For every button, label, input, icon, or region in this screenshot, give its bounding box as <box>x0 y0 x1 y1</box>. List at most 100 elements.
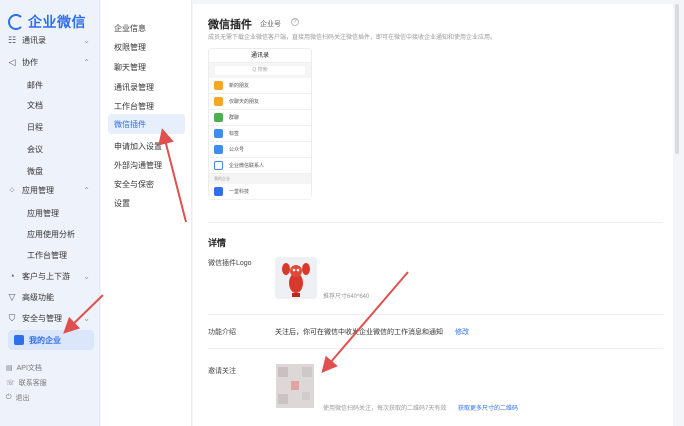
get-more-qr-link[interactable]: 获取更多尺寸的二维码 <box>458 403 518 412</box>
chevron-down-icon: ⌄ <box>83 35 90 45</box>
app-logo[interactable]: 企业微信 <box>8 12 86 32</box>
logo-label: 微信插件Logo <box>208 260 252 267</box>
blurred-qr-icon <box>276 364 314 408</box>
footer-label: API文档 <box>16 365 42 372</box>
sidebar-subitem-mail[interactable]: 邮件 <box>27 80 43 91</box>
scrollbar[interactable] <box>675 4 679 154</box>
sidebar-item-label: 协作 <box>22 57 38 67</box>
sidebar-item-apps[interactable]: ⁘ 应用管理 ⌃ <box>0 180 100 200</box>
sidebar-item-customers[interactable]: ◔ 客户与上下游 ⌄ <box>0 266 100 286</box>
sidebar-subitem-app-analytics[interactable]: 应用使用分析 <box>27 229 75 240</box>
sidebar-subitem-app-manage[interactable]: 应用管理 <box>27 208 59 219</box>
preview-row-label: 新的朋友 <box>229 83 250 89</box>
footer-label: 退出 <box>15 395 30 402</box>
new-friends-icon <box>214 81 223 90</box>
sidebar-subitem-calendar[interactable]: 日程 <box>27 122 43 133</box>
lobster-logo-icon <box>275 257 317 299</box>
sidebar-item-label: 通讯录 <box>22 35 46 45</box>
intro-label: 功能介绍 <box>208 329 236 336</box>
nav-item-wechat-plugin[interactable]: 微信插件 <box>108 114 185 134</box>
preview-row-label: 公众号 <box>229 147 245 153</box>
sidebar-subitem-drive[interactable]: 微盘 <box>27 166 43 177</box>
edit-intro-link[interactable]: 修改 <box>455 327 469 337</box>
chevron-up-icon: ⌃ <box>83 57 90 67</box>
sidebar-item-label: 高级功能 <box>22 292 54 302</box>
preview-row: 仅聊天的朋友 <box>209 94 311 110</box>
preview-header: 通讯录 <box>209 49 311 63</box>
sidebar-item-label: 应用管理 <box>22 185 54 195</box>
nav-item-company-info[interactable]: 企业信息 <box>114 23 146 34</box>
chat-friends-icon <box>214 97 223 106</box>
nav-item-join-settings[interactable]: 申请加入设置 <box>114 141 162 152</box>
enterprise-tag: 企业号 <box>260 21 281 28</box>
power-icon: ⏻ <box>6 394 12 401</box>
chevron-down-icon: ⌄ <box>83 313 90 323</box>
sidebar-subitem-meeting[interactable]: 会议 <box>27 144 43 155</box>
chevron-up-icon: ⌃ <box>83 185 90 195</box>
nav-item-chat-manage[interactable]: 聊天管理 <box>114 62 146 73</box>
document-icon: ▤ <box>6 365 13 372</box>
logo-size-hint: 推荐尺寸640*640 <box>323 294 370 300</box>
main-panel: 微信插件 企业号 ? 成员无需下载企业微信客户端，直接用微信扫码关注微信插件，即… <box>193 4 673 426</box>
sidebar: 企业微信 ☷ 通讯录 ⌄ ◁ 协作 ⌃ 邮件 文档 日程 会议 微盘 ⁘ 应用管… <box>0 0 100 426</box>
sidebar-item-label: 我的企业 <box>29 335 61 345</box>
preview-row: 企业微信联系人 <box>209 158 311 174</box>
page-description: 成员无需下载企业微信客户端，直接用微信扫码关注微信插件，即可在微信中接收企业通知… <box>208 35 497 41</box>
intro-text: 关注后，你可在微信中收发企业微信的工作消息和通知 <box>275 329 443 336</box>
contacts-icon: ☷ <box>7 34 17 45</box>
sidebar-item-collab[interactable]: ◁ 协作 ⌃ <box>0 52 100 72</box>
help-icon[interactable]: ? <box>291 18 299 26</box>
nav-item-security[interactable]: 安全与保密 <box>114 179 154 190</box>
company-icon <box>14 335 24 345</box>
preview-row-label: 仅聊天的朋友 <box>229 99 260 105</box>
preview-row-label: 群聊 <box>229 115 240 121</box>
sidebar-footer-api[interactable]: ▤ API文档 <box>6 363 42 373</box>
divider <box>208 222 663 223</box>
sidebar-item-label: 客户与上下游 <box>22 271 70 281</box>
nav-item-settings[interactable]: 设置 <box>114 198 130 209</box>
preview-search: Q 搜索 <box>215 66 305 75</box>
preview-row: 一堂科技 <box>209 184 311 200</box>
sidebar-subitem-workbench[interactable]: 工作台管理 <box>27 250 67 261</box>
preview-row-label: 标签 <box>229 131 240 137</box>
group-chat-icon <box>214 113 223 122</box>
divider <box>208 348 663 349</box>
sidebar-item-security[interactable]: ⛉ 安全与管理 ⌄ <box>0 308 100 328</box>
divider <box>208 314 663 315</box>
qr-code-image <box>276 364 314 408</box>
official-account-icon <box>214 145 223 154</box>
plugin-logo-image <box>275 257 317 299</box>
sidebar-footer-support[interactable]: ☏ 联系客服 <box>6 378 47 388</box>
support-icon: ☏ <box>6 380 15 387</box>
footer-label: 联系客服 <box>18 380 47 387</box>
sidebar-item-my-company[interactable]: 我的企业 <box>8 330 94 350</box>
advanced-icon: ▽ <box>8 291 16 302</box>
collab-icon: ◁ <box>8 56 16 67</box>
nav-item-contacts-manage[interactable]: 通讯录管理 <box>114 82 154 93</box>
details-title: 详情 <box>208 238 227 248</box>
chevron-down-icon: ⌄ <box>83 271 90 281</box>
tag-icon <box>214 129 223 138</box>
nav-item-workbench[interactable]: 工作台管理 <box>114 101 154 112</box>
plugin-preview: 通讯录 Q 搜索 新的朋友 仅聊天的朋友 群聊 标签 公众号 企业微信联系人 我… <box>208 48 312 200</box>
page-title: 微信插件 <box>208 19 252 31</box>
nav-item-external-comm[interactable]: 外部沟通管理 <box>114 160 162 171</box>
preview-row: 标签 <box>209 126 311 142</box>
qr-hint: 使用微信扫码关注，每次获取的二维码7天有效 <box>323 406 447 412</box>
preview-row-label: 企业微信联系人 <box>229 163 265 169</box>
nav-item-permissions[interactable]: 权限管理 <box>114 42 146 53</box>
app-title: 企业微信 <box>28 14 86 30</box>
sidebar-footer-logout[interactable]: ⏻ 退出 <box>6 393 30 403</box>
preview-row: 群聊 <box>209 110 311 126</box>
company-icon <box>214 187 223 196</box>
apps-icon: ⁘ <box>8 184 16 195</box>
sidebar-item-label: 安全与管理 <box>22 313 62 323</box>
sidebar-subitem-docs[interactable]: 文档 <box>27 100 43 111</box>
preview-row-label: 一堂科技 <box>229 189 250 195</box>
sidebar-item-advanced[interactable]: ▽ 高级功能 <box>0 287 100 307</box>
settings-nav: 企业信息 权限管理 聊天管理 通讯录管理 工作台管理 微信插件 申请加入设置 外… <box>101 0 192 426</box>
wecom-contact-icon <box>214 161 223 170</box>
shield-icon: ⛉ <box>8 312 16 323</box>
preview-row: 新的朋友 <box>209 78 311 94</box>
sidebar-item-contacts[interactable]: ☷ 通讯录 ⌄ <box>0 30 100 50</box>
